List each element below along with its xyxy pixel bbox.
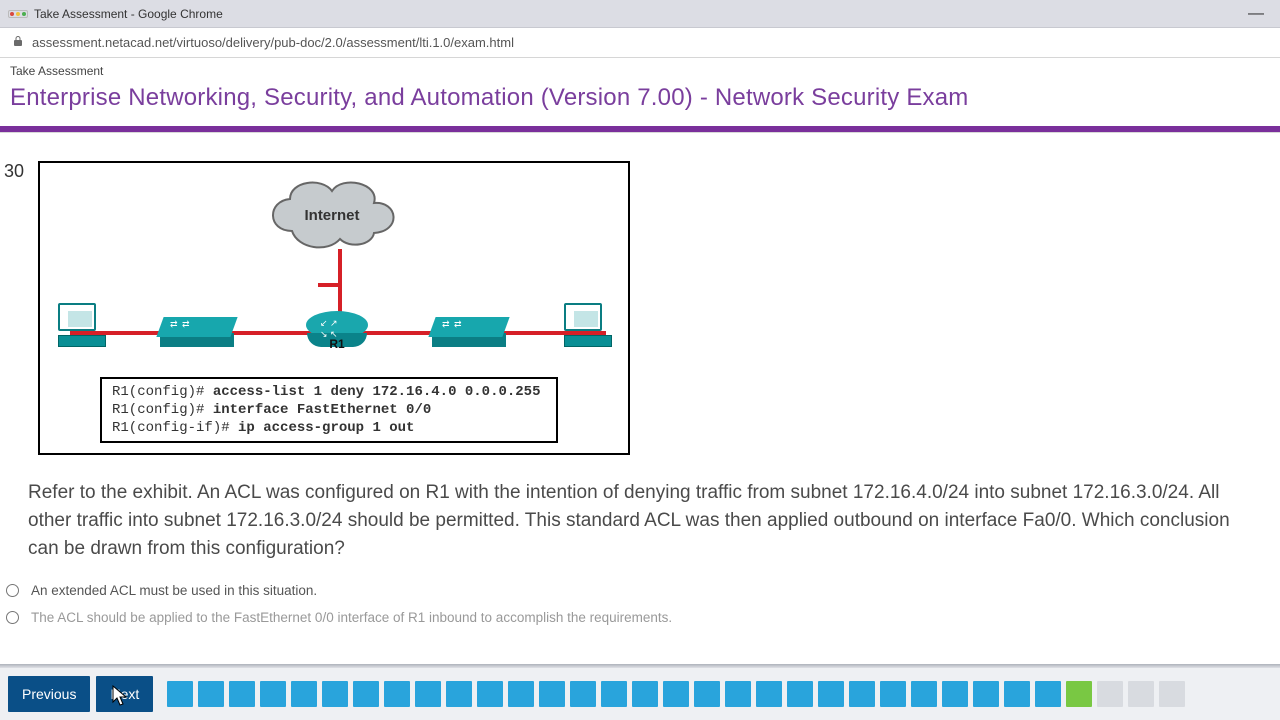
app-icon: [8, 10, 28, 18]
question-nav-cell[interactable]: [756, 681, 782, 707]
question-nav-cell[interactable]: [1004, 681, 1030, 707]
answer-option[interactable]: An extended ACL must be used in this sit…: [6, 577, 1250, 604]
question-nav-cell[interactable]: [1066, 681, 1092, 707]
question-nav-cell[interactable]: [725, 681, 751, 707]
question-nav-cell[interactable]: [1159, 681, 1185, 707]
question-panel: 30 Internet ⇄ ⇄ ↙ ↗↘ ↖ R1 ⇄ ⇄: [0, 157, 1280, 656]
pc-icon: [58, 303, 108, 347]
breadcrumb: Take Assessment: [0, 58, 1280, 82]
question-nav-cell[interactable]: [570, 681, 596, 707]
radio-input[interactable]: [6, 584, 19, 597]
question-nav-cell[interactable]: [663, 681, 689, 707]
address-bar[interactable]: assessment.netacad.net/virtuoso/delivery…: [0, 28, 1280, 58]
window-title: Take Assessment - Google Chrome: [34, 7, 223, 21]
question-nav-cell[interactable]: [322, 681, 348, 707]
question-nav-grid: [167, 681, 1185, 707]
config-code: R1(config)# access-list 1 deny 172.16.4.…: [100, 377, 558, 443]
question-nav-cell[interactable]: [601, 681, 627, 707]
answer-options: An extended ACL must be used in this sit…: [6, 577, 1250, 631]
question-nav-cell[interactable]: [198, 681, 224, 707]
option-label: An extended ACL must be used in this sit…: [31, 583, 317, 598]
question-nav-cell[interactable]: [911, 681, 937, 707]
question-nav-cell[interactable]: [415, 681, 441, 707]
question-nav-cell[interactable]: [942, 681, 968, 707]
router-icon: ↙ ↗↘ ↖ R1: [306, 311, 368, 351]
question-nav-cell[interactable]: [291, 681, 317, 707]
radio-input[interactable]: [6, 611, 19, 624]
question-nav-cell[interactable]: [167, 681, 193, 707]
question-text: Refer to the exhibit. An ACL was configu…: [28, 479, 1250, 563]
question-nav-cell[interactable]: [973, 681, 999, 707]
pc-icon: [564, 303, 614, 347]
question-nav-cell[interactable]: [508, 681, 534, 707]
answer-option[interactable]: The ACL should be applied to the FastEth…: [6, 604, 1250, 631]
window-minimize-button[interactable]: —: [1240, 5, 1272, 23]
switch-icon: ⇄ ⇄: [432, 317, 506, 347]
question-nav-cell[interactable]: [477, 681, 503, 707]
option-label: The ACL should be applied to the FastEth…: [31, 610, 672, 625]
lock-icon: [12, 35, 24, 50]
url-text: assessment.netacad.net/virtuoso/delivery…: [32, 35, 514, 50]
page-title: Enterprise Networking, Security, and Aut…: [0, 82, 1280, 126]
question-nav-cell[interactable]: [384, 681, 410, 707]
question-nav-cell[interactable]: [1035, 681, 1061, 707]
switch-icon: ⇄ ⇄: [160, 317, 234, 347]
question-nav-cell[interactable]: [353, 681, 379, 707]
question-nav-cell[interactable]: [1128, 681, 1154, 707]
question-nav-cell[interactable]: [849, 681, 875, 707]
window-titlebar: Take Assessment - Google Chrome —: [0, 0, 1280, 28]
question-nav-cell[interactable]: [632, 681, 658, 707]
question-nav-cell[interactable]: [260, 681, 286, 707]
next-button[interactable]: Next: [96, 676, 153, 712]
question-nav-cell[interactable]: [880, 681, 906, 707]
internet-cloud-icon: Internet: [262, 171, 402, 255]
question-nav-cell[interactable]: [539, 681, 565, 707]
exhibit-image: Internet ⇄ ⇄ ↙ ↗↘ ↖ R1 ⇄ ⇄ R1(conf: [38, 161, 630, 455]
bottom-nav: Previous Next: [0, 664, 1280, 720]
question-nav-cell[interactable]: [694, 681, 720, 707]
question-nav-cell[interactable]: [818, 681, 844, 707]
question-number: 30: [4, 161, 24, 182]
question-nav-cell[interactable]: [229, 681, 255, 707]
question-nav-cell[interactable]: [1097, 681, 1123, 707]
question-nav-cell[interactable]: [787, 681, 813, 707]
previous-button[interactable]: Previous: [8, 676, 90, 712]
question-nav-cell[interactable]: [446, 681, 472, 707]
